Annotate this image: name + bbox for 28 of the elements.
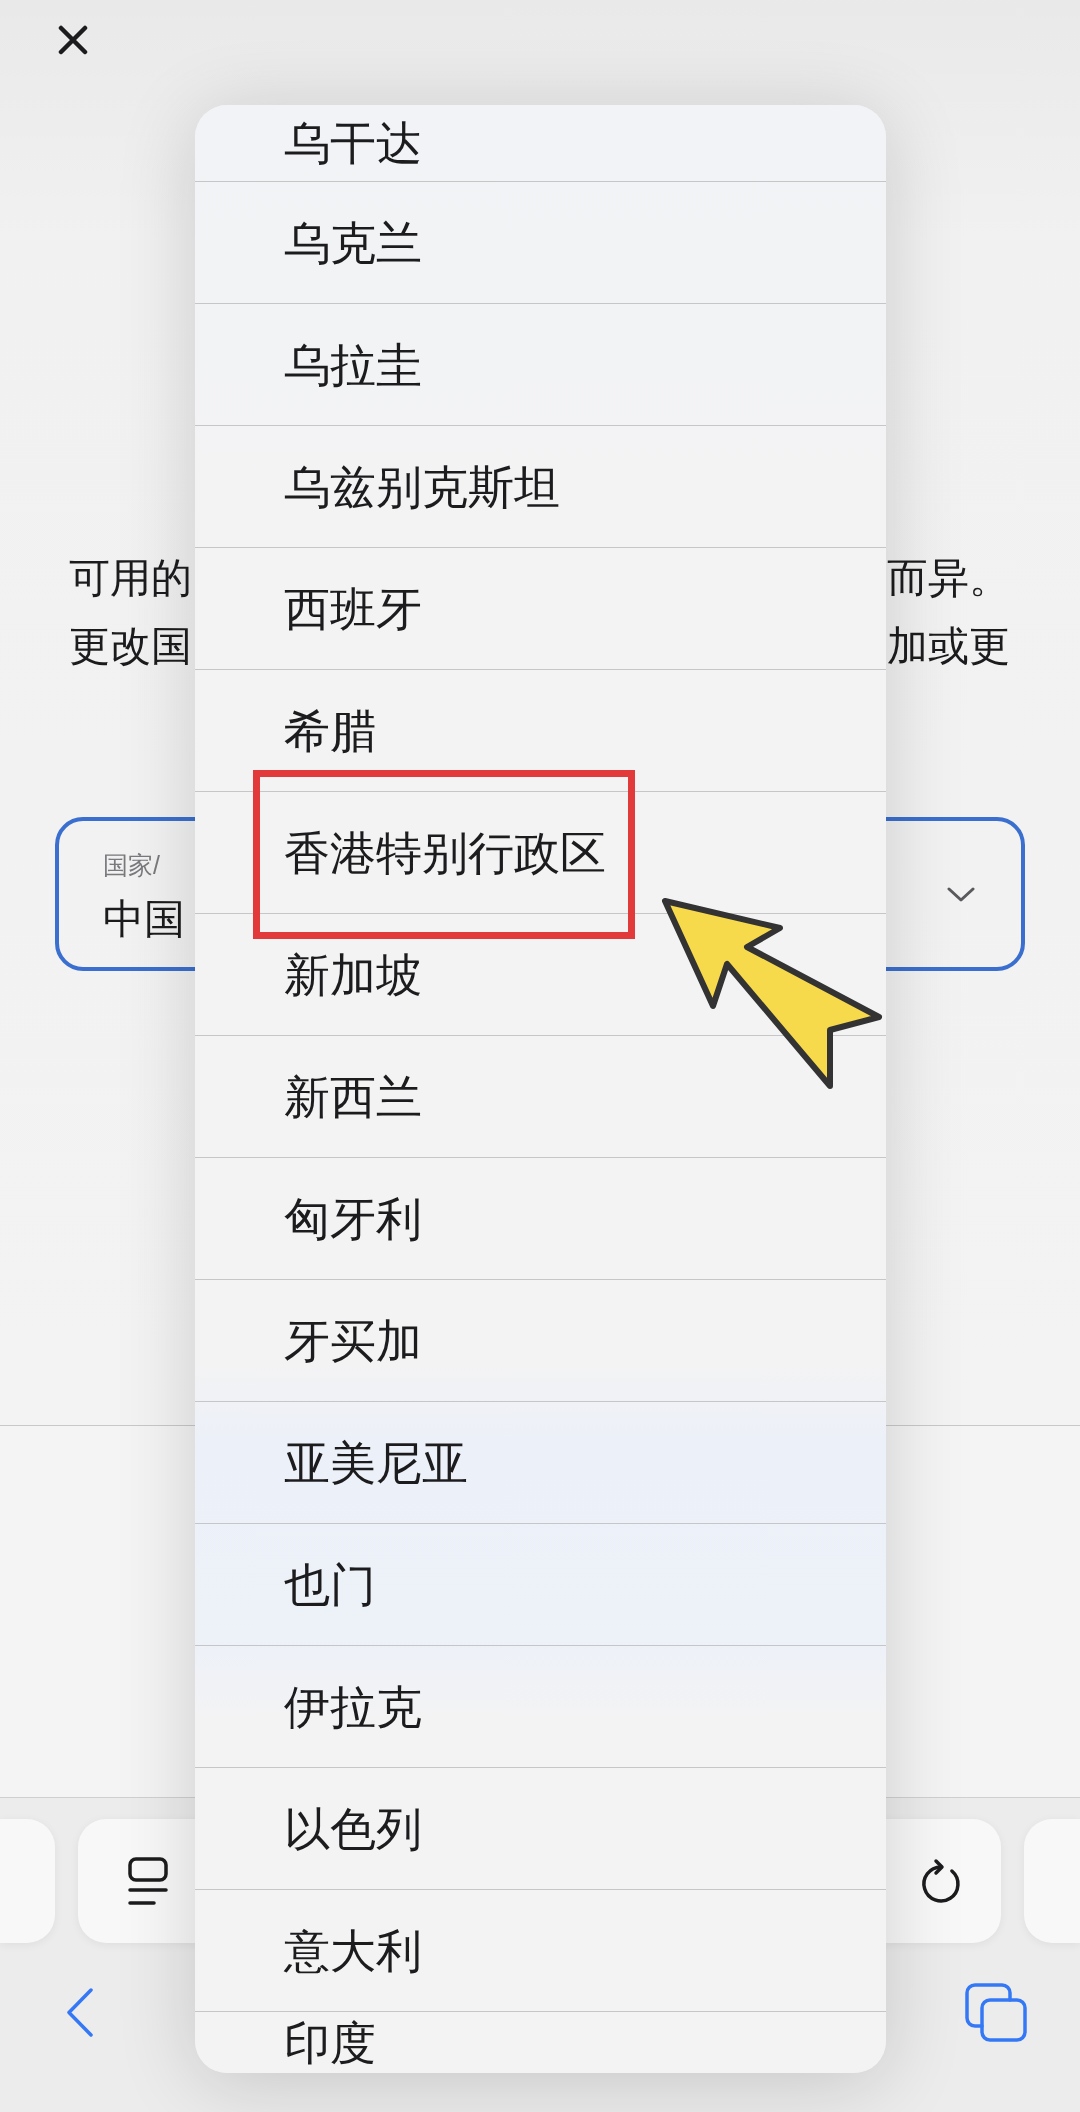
menu-item[interactable]: 乌克兰 bbox=[195, 181, 886, 303]
menu-item[interactable]: 匈牙利 bbox=[195, 1157, 886, 1279]
menu-item[interactable]: 印度 bbox=[195, 2011, 886, 2073]
menu-item[interactable]: 亚美尼亚 bbox=[195, 1401, 886, 1523]
menu-item[interactable]: 新西兰 bbox=[195, 1035, 886, 1157]
menu-item[interactable]: 乌拉圭 bbox=[195, 303, 886, 425]
reload-icon[interactable] bbox=[919, 1857, 963, 1905]
menu-item[interactable]: 西班牙 bbox=[195, 547, 886, 669]
menu-item[interactable]: 意大利 bbox=[195, 1889, 886, 2011]
menu-item[interactable]: 也门 bbox=[195, 1523, 886, 1645]
field-label: 国家/ bbox=[103, 853, 160, 878]
back-icon[interactable] bbox=[65, 1986, 94, 2038]
description-text: 可用的 bbox=[69, 557, 192, 599]
menu-item[interactable]: 希腊 bbox=[195, 669, 886, 791]
menu-item[interactable]: 伊拉克 bbox=[195, 1645, 886, 1767]
tabs-icon[interactable] bbox=[964, 1981, 1028, 2043]
description-text: 更改国 bbox=[69, 625, 192, 667]
page-menu-icon[interactable] bbox=[127, 1855, 169, 1907]
chevron-down-icon bbox=[947, 886, 975, 902]
menu-item[interactable]: 新加坡 bbox=[195, 913, 886, 1035]
menu-item[interactable]: 乌干达 bbox=[195, 105, 886, 181]
menu-item[interactable]: 以色列 bbox=[195, 1767, 886, 1889]
description-text: 而异。 bbox=[887, 557, 1010, 599]
menu-item[interactable]: 乌兹别克斯坦 bbox=[195, 425, 886, 547]
description-text: 加或更 bbox=[887, 625, 1010, 667]
menu-item[interactable]: 牙买加 bbox=[195, 1279, 886, 1401]
close-icon[interactable] bbox=[58, 25, 88, 55]
field-value: 中国 bbox=[103, 899, 185, 940]
